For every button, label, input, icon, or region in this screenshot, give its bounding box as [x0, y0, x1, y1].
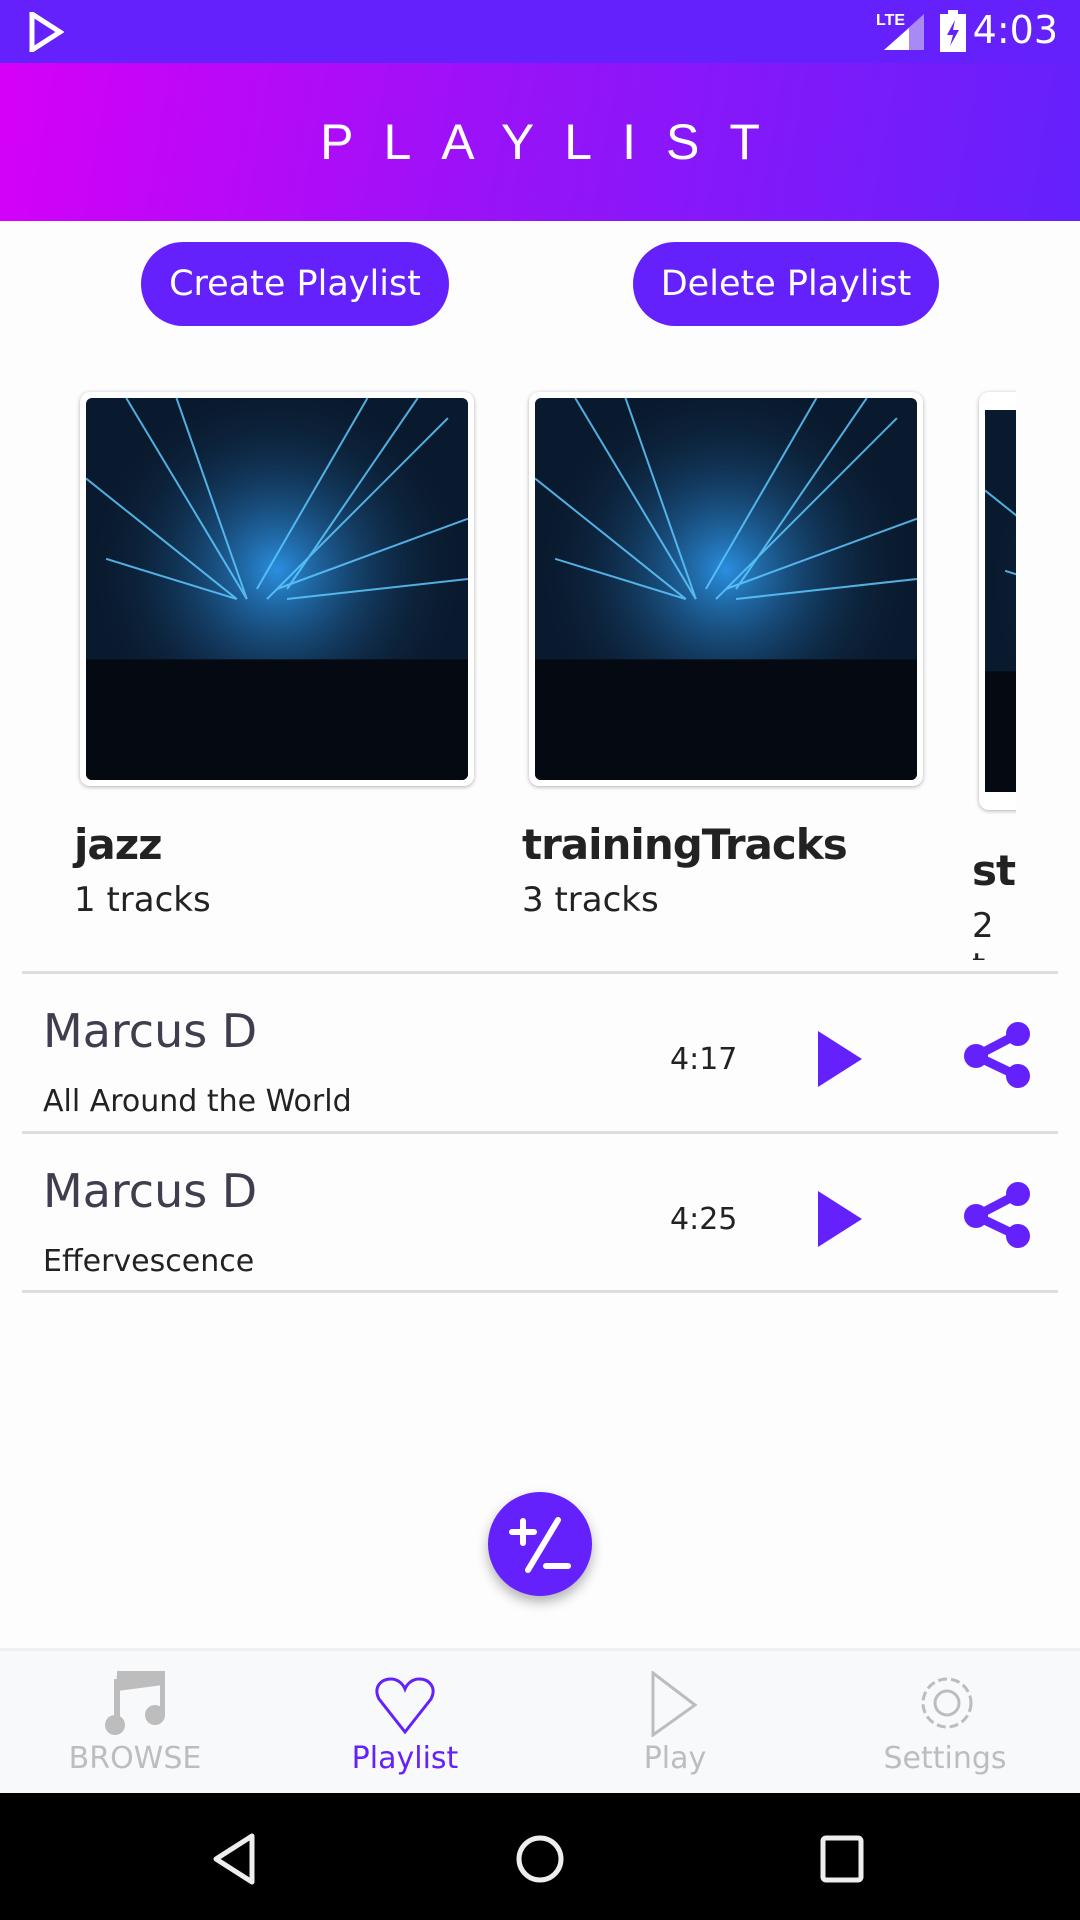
page-title: PLAYLIST: [320, 114, 790, 170]
play-icon[interactable]: [818, 1031, 862, 1087]
playlist-count: 3 tracks: [522, 880, 659, 920]
track-duration: 4:17: [670, 1042, 738, 1077]
playlist-count: 2 t: [972, 906, 994, 960]
back-icon[interactable]: [212, 1833, 256, 1885]
battery-charging-icon: [940, 10, 966, 52]
tab-label: BROWSE: [68, 1741, 202, 1776]
playlist-cover-trainingtracks[interactable]: [529, 392, 923, 786]
tab-label: Playlist: [351, 1741, 459, 1776]
add-remove-fab[interactable]: [488, 1492, 592, 1596]
heart-icon: [375, 1677, 435, 1735]
tab-settings[interactable]: Settings: [810, 1651, 1080, 1796]
playlist-cover-partial[interactable]: [979, 392, 1016, 810]
tab-playlist[interactable]: Playlist: [270, 1651, 540, 1796]
divider: [22, 1290, 1058, 1293]
status-bar: LTE 4:03: [0, 0, 1080, 63]
app-notification-icon: [29, 12, 64, 52]
share-icon[interactable]: [962, 1022, 1032, 1088]
concert-image: [86, 398, 468, 780]
signal-icon: [884, 14, 924, 50]
play-icon[interactable]: [818, 1191, 862, 1247]
system-navigation-bar: [0, 1793, 1080, 1920]
playlist-carousel[interactable]: jazz 1 tracks trainingTracks 3 tracks st…: [0, 380, 1016, 960]
playlist-name: jazz: [74, 820, 163, 869]
track-row[interactable]: Marcus D All Around the World 4:17: [0, 974, 1080, 1132]
playlist-name: trainingTracks: [522, 820, 848, 869]
playlist-name: stu: [972, 846, 1016, 895]
playlist-cover-jazz[interactable]: [80, 392, 474, 786]
share-icon[interactable]: [962, 1182, 1032, 1248]
create-playlist-button[interactable]: Create Playlist: [141, 242, 449, 326]
delete-playlist-button[interactable]: Delete Playlist: [633, 242, 939, 326]
bottom-navigation: BROWSE Playlist Play Settings: [0, 1648, 1080, 1793]
track-title: All Around the World: [43, 1084, 352, 1119]
tab-browse[interactable]: BROWSE: [0, 1651, 270, 1796]
music-note-icon: [105, 1671, 165, 1735]
tab-play[interactable]: Play: [540, 1651, 810, 1796]
gear-icon: [921, 1677, 973, 1729]
concert-image: [985, 398, 1016, 804]
playlist-count: 1 tracks: [74, 880, 211, 920]
concert-image: [535, 398, 917, 780]
play-outline-icon: [651, 1671, 698, 1737]
home-icon[interactable]: [514, 1833, 566, 1885]
track-title: Effervescence: [43, 1244, 255, 1279]
track-artist: Marcus D: [43, 1164, 258, 1218]
tab-label: Play: [643, 1741, 707, 1776]
app-header: PLAYLIST: [0, 63, 1080, 221]
recents-icon[interactable]: [820, 1835, 866, 1883]
plus-minus-icon: [509, 1517, 571, 1573]
track-duration: 4:25: [670, 1202, 738, 1237]
clock: 4:03: [972, 8, 1058, 52]
track-artist: Marcus D: [43, 1004, 258, 1058]
track-row[interactable]: Marcus D Effervescence 4:25: [0, 1134, 1080, 1292]
tab-label: Settings: [883, 1741, 1007, 1776]
